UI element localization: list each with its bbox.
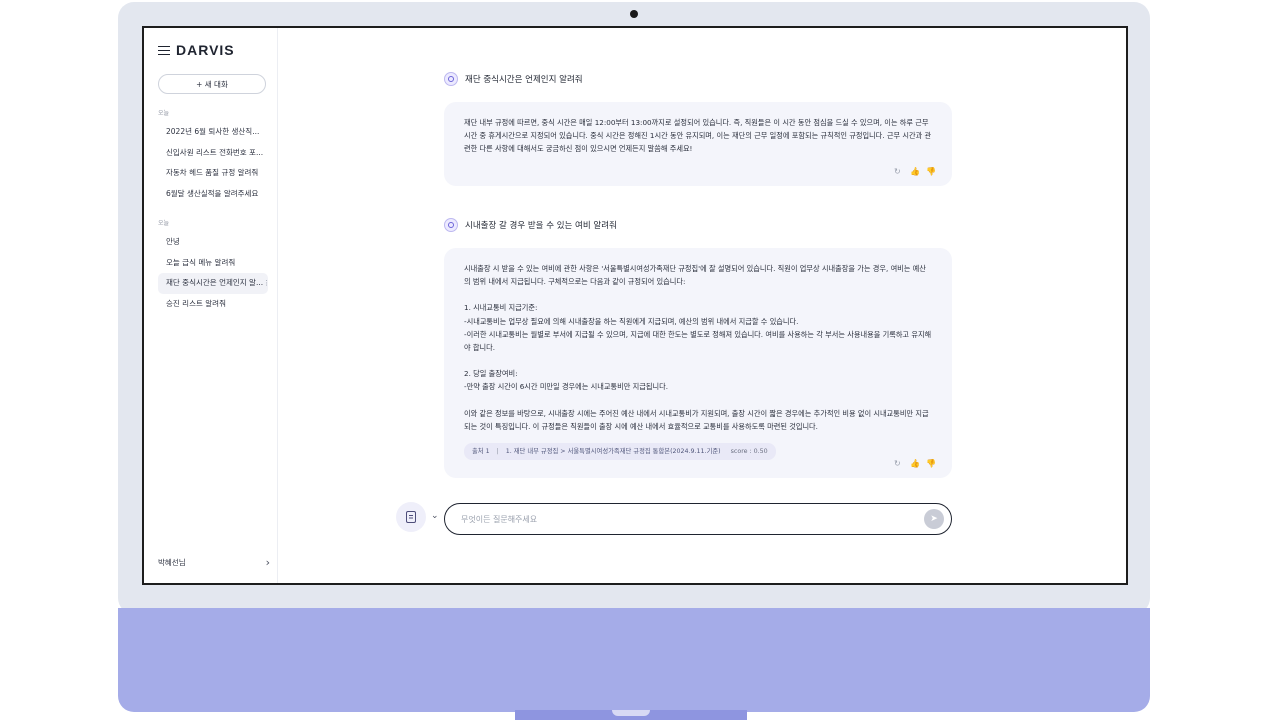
thumbs-up-icon[interactable]: 👍 [910, 168, 920, 176]
history-item-active[interactable]: 재단 중식시간은 언제인지 알... ⋮ [158, 273, 268, 294]
send-icon: ➤ [930, 514, 938, 524]
answer-text: -이러한 시내교통비는 월별로 부서에 지급될 수 있으며, 지급에 대한 한도… [464, 329, 932, 353]
user-question: 재단 중식시간은 언제인지 알려줘 [444, 72, 583, 86]
thumbs-down-icon[interactable]: 👎 [926, 168, 936, 176]
document-search-icon [406, 511, 416, 523]
history-item[interactable]: 오늘 급식 메뉴 알려줘 [158, 253, 268, 274]
brand-header: DARVIS [158, 28, 277, 68]
more-options-icon[interactable]: ⋮ [263, 273, 268, 294]
history-item-label: 재단 중식시간은 언제인지 알... [166, 278, 264, 287]
answer-text: 2. 당일 출장여비: [464, 369, 518, 379]
monitor-chin [118, 608, 1150, 712]
answer-text: -시내교통비는 업무상 필요에 의해 시내출장을 하는 직원에게 지급되며, 예… [464, 316, 799, 326]
chat-input[interactable] [444, 503, 952, 535]
answer-bubble: 시내출장 시 받을 수 있는 여비에 관한 사항은 '서울특별시여성가족재단 규… [444, 248, 952, 478]
question-text: 재단 중식시간은 언제인지 알려줘 [465, 75, 583, 85]
document-select-button[interactable] [396, 502, 426, 532]
user-profile-row[interactable]: 박혜선님 › [158, 556, 270, 569]
chat-main: 재단 중식시간은 언제인지 알려줘 재단 내부 규정에 따르면, 중식 시간은 … [278, 28, 1126, 583]
thumbs-down-icon[interactable]: 👎 [926, 460, 936, 468]
screen: DARVIS + 새 대화 오늘 2022년 6월 퇴사한 생산직... 신입사… [142, 26, 1128, 585]
monitor-stand-notch [612, 710, 650, 716]
answer-bubble: 재단 내부 규정에 따르면, 중식 시간은 매일 12:00부터 13:00까지… [444, 102, 952, 186]
history-item[interactable]: 2022년 6월 퇴사한 생산직... [158, 122, 268, 143]
source-score: score : 0.50 [730, 447, 768, 455]
thumbs-up-icon[interactable]: 👍 [910, 460, 920, 468]
answer-text: 이와 같은 정보를 바탕으로, 시내출장 시에는 주어진 예산 내에서 시내교통… [464, 408, 929, 431]
answer-text: 시내출장 시 받을 수 있는 여비에 관한 사항은 '서울특별시여성가족재단 규… [464, 264, 926, 287]
user-question: 시내출장 갈 경우 받을 수 있는 여비 알려줘 [444, 218, 617, 232]
chevron-down-icon[interactable]: ⌄ [431, 511, 439, 521]
regenerate-icon[interactable]: ↻ [894, 460, 902, 468]
history-item[interactable]: 신입사원 리스트 전화번호 포... [158, 143, 268, 164]
new-chat-button[interactable]: + 새 대화 [158, 74, 266, 94]
history-section-label: 오늘 [158, 220, 170, 227]
app-logo: DARVIS [176, 42, 235, 58]
answer-actions: ↻ 👍 👎 [894, 460, 936, 468]
hamburger-menu-icon[interactable] [158, 45, 170, 55]
sidebar: DARVIS + 새 대화 오늘 2022년 6월 퇴사한 생산직... 신입사… [144, 28, 278, 583]
chevron-right-icon: › [265, 556, 270, 569]
question-icon [444, 72, 458, 86]
history-item[interactable]: 승진 리스트 알려줘 [158, 294, 268, 315]
answer-text: -만약 출장 시간이 6시간 미만일 경우에는 시내교통비만 지급됩니다. [464, 382, 668, 392]
user-name: 박혜선님 [158, 558, 186, 567]
regenerate-icon[interactable]: ↻ [894, 168, 902, 176]
source-citation[interactable]: 출처 1 | 1. 재단 내부 규정집 > 서울특별시여성가족재단 규정집 통합… [464, 443, 776, 461]
answer-text: 재단 내부 규정에 따르면, 중식 시간은 매일 12:00부터 13:00까지… [464, 118, 932, 154]
app-window: DARVIS + 새 대화 오늘 2022년 6월 퇴사한 생산직... 신입사… [144, 28, 1126, 583]
question-text: 시내출장 갈 경우 받을 수 있는 여비 알려줘 [465, 221, 617, 231]
answer-text: 1. 시내교통비 지급기준: [464, 303, 538, 313]
source-separator: | [496, 447, 499, 455]
history-item[interactable]: 자동차 헤드 품질 규정 알려줘 [158, 163, 268, 184]
camera-dot [630, 10, 638, 18]
source-path: 1. 재단 내부 규정집 > 서울특별시여성가족재단 규정집 통합본(2024.… [505, 447, 721, 455]
history-section-label: 오늘 [158, 110, 170, 117]
history-item[interactable]: 안녕 [158, 232, 268, 253]
source-label: 출처 1 [472, 447, 490, 455]
question-icon [444, 218, 458, 232]
answer-actions: ↻ 👍 👎 [894, 168, 936, 176]
history-item[interactable]: 6월달 생산실적을 알려주세요 [158, 184, 268, 205]
send-button[interactable]: ➤ [924, 509, 944, 529]
